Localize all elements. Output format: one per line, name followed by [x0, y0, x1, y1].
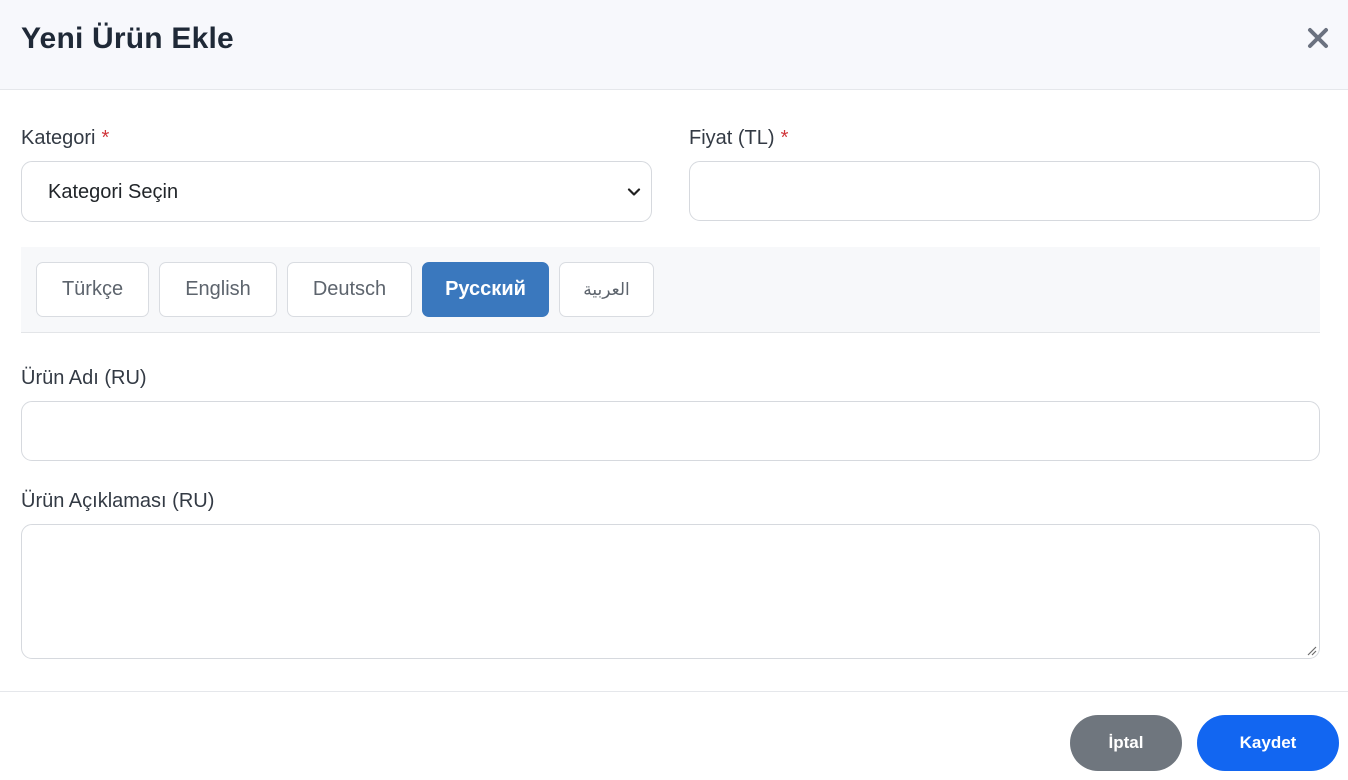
add-product-modal: Yeni Ürün Ekle Kategori * Kategori Seçin …	[0, 0, 1348, 780]
tab-german[interactable]: Deutsch	[287, 262, 412, 317]
footer-divider	[0, 691, 1348, 692]
save-button[interactable]: Kaydet	[1197, 715, 1339, 771]
tab-russian[interactable]: Русский	[422, 262, 549, 317]
chevron-down-icon	[627, 188, 641, 196]
category-select-value: Kategori Seçin	[48, 181, 179, 203]
required-mark: *	[780, 127, 789, 149]
modal-header: Yeni Ürün Ekle	[0, 0, 1348, 90]
cancel-button[interactable]: İptal	[1070, 715, 1182, 771]
category-label: Kategori *	[21, 127, 109, 150]
modal-title: Yeni Ürün Ekle	[21, 22, 234, 55]
price-label-text: Fiyat (TL)	[689, 127, 775, 149]
language-tabs: Türkçe English Deutsch Русский العربية	[21, 247, 1320, 333]
resize-handle-icon[interactable]	[1305, 644, 1317, 656]
tab-english[interactable]: English	[159, 262, 277, 317]
product-description-label: Ürün Açıklaması (RU)	[21, 490, 215, 512]
tab-arabic[interactable]: العربية	[559, 262, 654, 317]
price-label: Fiyat (TL) *	[689, 127, 788, 150]
required-mark: *	[101, 127, 110, 149]
close-icon	[1308, 28, 1328, 48]
product-name-label: Ürün Adı (RU)	[21, 367, 147, 389]
category-select[interactable]: Kategori Seçin	[21, 161, 652, 222]
price-input[interactable]	[689, 161, 1320, 221]
tab-turkish[interactable]: Türkçe	[36, 262, 149, 317]
product-name-input[interactable]	[21, 401, 1320, 461]
close-button[interactable]	[1302, 22, 1334, 54]
category-label-text: Kategori	[21, 127, 96, 149]
product-description-textarea[interactable]	[21, 524, 1320, 659]
